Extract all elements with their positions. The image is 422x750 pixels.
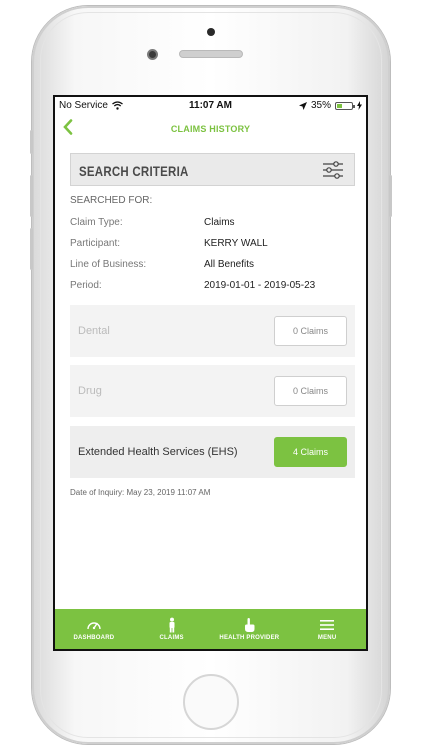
tab-label: HEALTH PROVIDER bbox=[219, 635, 280, 641]
tab-claims[interactable]: CLAIMS bbox=[133, 609, 211, 649]
location-arrow-icon bbox=[298, 101, 307, 110]
claim-category-name: Drug bbox=[78, 385, 102, 397]
tab-dashboard[interactable]: DASHBOARD bbox=[55, 609, 133, 649]
mute-switch bbox=[30, 130, 33, 154]
battery-percent: 35% bbox=[310, 100, 331, 111]
claims-count-button[interactable]: 4 Claims bbox=[274, 437, 347, 467]
battery-fill bbox=[337, 103, 342, 108]
inquiry-date: Date of Inquiry: May 23, 2019 11:07 AM bbox=[70, 488, 211, 497]
proximity-sensor bbox=[207, 28, 215, 36]
status-bar: No Service 11:07 AM 35% bbox=[55, 97, 366, 115]
criteria-value: Claims bbox=[204, 217, 235, 228]
criteria-label: Claim Type: bbox=[70, 217, 123, 228]
claim-category-name: Extended Health Services (EHS) bbox=[78, 446, 238, 458]
claims-count-button[interactable]: 0 Claims bbox=[274, 316, 347, 346]
page-title: CLAIMS HISTORY bbox=[170, 124, 251, 134]
navigation-bar: CLAIMS HISTORY bbox=[55, 115, 366, 145]
sliders-icon[interactable] bbox=[322, 161, 344, 179]
criteria-value: All Benefits bbox=[204, 259, 255, 270]
claim-card-drug: Drug 0 Claims bbox=[70, 365, 355, 417]
tab-label: MENU bbox=[317, 635, 337, 641]
criteria-label: Line of Business: bbox=[70, 259, 147, 270]
earpiece-speaker bbox=[179, 50, 243, 58]
search-criteria-panel[interactable]: SEARCH CRITERIA bbox=[70, 153, 355, 186]
claim-card-dental: Dental 0 Claims bbox=[70, 305, 355, 357]
tab-label: CLAIMS bbox=[159, 635, 184, 641]
tab-health-provider[interactable]: HEALTH PROVIDER bbox=[211, 609, 289, 649]
screen: No Service 11:07 AM 35% CLAIMS HISTORY S… bbox=[53, 95, 368, 651]
search-criteria-title: SEARCH CRITERIA bbox=[79, 163, 189, 179]
tab-menu[interactable]: MENU bbox=[288, 609, 366, 649]
tab-label: DASHBOARD bbox=[73, 635, 115, 641]
hamburger-icon bbox=[320, 620, 335, 630]
claim-category-name: Dental bbox=[78, 325, 110, 337]
volume-up-button bbox=[30, 175, 33, 217]
criteria-value: KERRY WALL bbox=[204, 238, 268, 249]
volume-down-button bbox=[30, 228, 33, 270]
searched-for-heading: SEARCHED FOR: bbox=[70, 195, 153, 206]
gauge-icon bbox=[87, 622, 101, 630]
criteria-label: Participant: bbox=[70, 238, 121, 249]
battery-icon bbox=[335, 101, 355, 110]
bottom-tab-bar: DASHBOARD CLAIMS HEALTH PROVIDER MENU bbox=[55, 609, 366, 649]
claim-card-ehs: Extended Health Services (EHS) 4 Claims bbox=[70, 426, 355, 478]
charging-bolt-icon bbox=[357, 101, 362, 110]
criteria-label: Period: bbox=[70, 280, 102, 291]
criteria-value: 2019-01-01 - 2019-05-23 bbox=[204, 280, 316, 291]
claims-count-button[interactable]: 0 Claims bbox=[274, 376, 347, 406]
power-button bbox=[389, 175, 392, 217]
front-camera bbox=[147, 49, 158, 60]
hand-pointer-icon bbox=[245, 618, 255, 632]
person-icon bbox=[169, 617, 175, 633]
home-button[interactable] bbox=[183, 674, 239, 730]
